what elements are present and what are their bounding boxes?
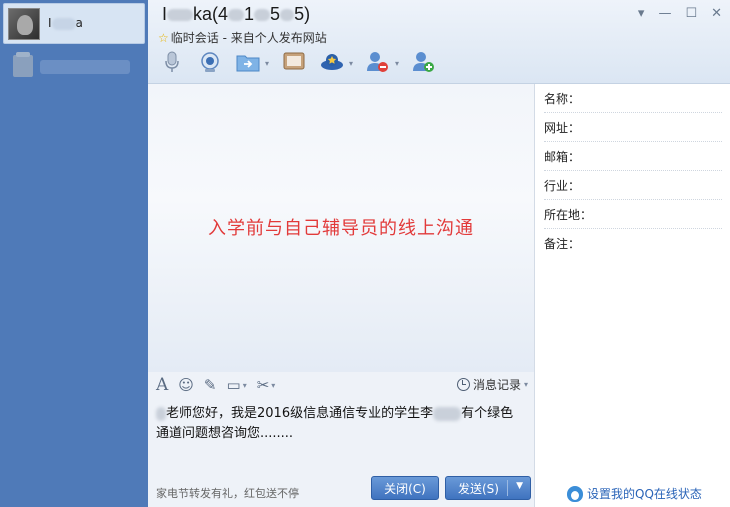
- qq-status-link[interactable]: 设置我的QQ在线状态: [567, 485, 702, 502]
- chat-history-area[interactable]: 入学前与自己辅导员的线上沟通: [148, 84, 534, 372]
- group-icon: [13, 52, 33, 77]
- send-button[interactable]: 发送(S) ▼: [445, 476, 531, 500]
- chevron-down-icon: ▾: [242, 380, 247, 390]
- info-email: 邮箱：: [544, 142, 722, 171]
- info-location: 所在地：: [544, 200, 722, 229]
- folder-icon: [236, 55, 260, 72]
- edit-button[interactable]: ✎: [204, 376, 217, 394]
- smiley-icon: ☺: [178, 376, 194, 394]
- font-icon: A: [156, 375, 169, 395]
- session-subtitle: ☆ 临时会话 - 来自个人发布网站: [158, 31, 327, 45]
- chevron-down-icon: ▾: [271, 380, 276, 390]
- contact-name-redacted: [40, 60, 130, 74]
- screen-icon: [283, 52, 305, 70]
- bottom-bar: 家电节转发有礼，红包送不停 关闭(C) 发送(S) ▼: [148, 470, 534, 507]
- chevron-down-icon: ▾: [348, 59, 353, 68]
- qq-penguin-icon: [567, 485, 583, 502]
- chevron-down-icon: ▾: [523, 380, 528, 389]
- info-name: 名称：: [544, 84, 722, 113]
- info-industry: 行业：: [544, 171, 722, 200]
- image-icon: ▭: [226, 376, 241, 394]
- history-label: 消息记录: [472, 378, 521, 392]
- voice-call-button[interactable]: [160, 50, 184, 74]
- chevron-down-icon: ▾: [264, 59, 269, 68]
- chevron-down-icon: ▾: [394, 59, 399, 68]
- star-icon: ☆: [158, 31, 169, 45]
- image-button[interactable]: ▭ ▾: [227, 376, 247, 394]
- emoji-button[interactable]: ☺: [178, 376, 194, 394]
- message-history-button[interactable]: 消息记录 ▾: [456, 376, 528, 393]
- maximize-icon[interactable]: ☐: [685, 6, 697, 21]
- chat-title: Ika(4 1 5 5): [162, 4, 311, 24]
- info-website: 网址：: [544, 113, 722, 142]
- block-user-button[interactable]: ▾: [366, 50, 399, 74]
- video-call-button[interactable]: [198, 50, 222, 74]
- message-input[interactable]: 老师您好，我是2016级信息通信专业的学生李 有个绿色通道问题想咨询您......…: [148, 398, 534, 470]
- caption-annotation: 入学前与自己辅导员的线上沟通: [208, 218, 474, 239]
- avatar: [8, 8, 40, 40]
- send-file-button[interactable]: ▾: [236, 50, 269, 74]
- send-options-icon[interactable]: ▼: [516, 481, 523, 491]
- chat-toolbar: ▾ ▾ ▾: [160, 50, 436, 74]
- ship-icon: [321, 54, 343, 70]
- redacted-text: [433, 406, 462, 421]
- close-button[interactable]: 关闭(C): [371, 476, 439, 500]
- remote-desktop-button[interactable]: [282, 50, 306, 74]
- font-button[interactable]: A: [156, 375, 168, 395]
- contact-info-panel: 名称： 网址： 邮箱： 行业： 所在地： 备注： 设置我的QQ在线状态: [534, 84, 730, 507]
- microphone-icon: [165, 51, 179, 72]
- remove-user-icon: [367, 52, 388, 72]
- minimize-icon[interactable]: —: [658, 6, 671, 21]
- app-button[interactable]: ▾: [320, 50, 353, 74]
- input-toolbar: A ☺ ✎ ▭ ▾ ✂ ▾ 消息记录 ▾: [148, 372, 534, 398]
- clock-icon: [456, 378, 470, 391]
- add-user-icon: [413, 52, 434, 72]
- info-note: 备注：: [544, 237, 581, 251]
- redacted-text: [156, 406, 166, 421]
- contact-item-2[interactable]: [10, 52, 140, 79]
- screenshot-button[interactable]: ✂ ▾: [257, 376, 276, 394]
- contact-item-active[interactable]: Ia: [3, 3, 145, 44]
- edit-icon: ✎: [203, 376, 217, 394]
- webcam-icon: [201, 52, 219, 72]
- scissors-icon: ✂: [256, 376, 270, 394]
- chat-header: Ika(4 1 5 5) ☆ 临时会话 - 来自个人发布网站 ▾ — ☐ ✕ ▾ ▾ ▾: [148, 0, 730, 84]
- close-icon[interactable]: ✕: [711, 6, 722, 21]
- promo-link[interactable]: 家电节转发有礼，红包送不停: [156, 485, 299, 501]
- window-controls: ▾ — ☐ ✕: [638, 6, 722, 21]
- contact-name: Ia: [48, 16, 83, 30]
- dropdown-icon[interactable]: ▾: [638, 6, 645, 21]
- contact-sidebar: Ia: [0, 0, 148, 507]
- add-friend-button[interactable]: [412, 50, 436, 74]
